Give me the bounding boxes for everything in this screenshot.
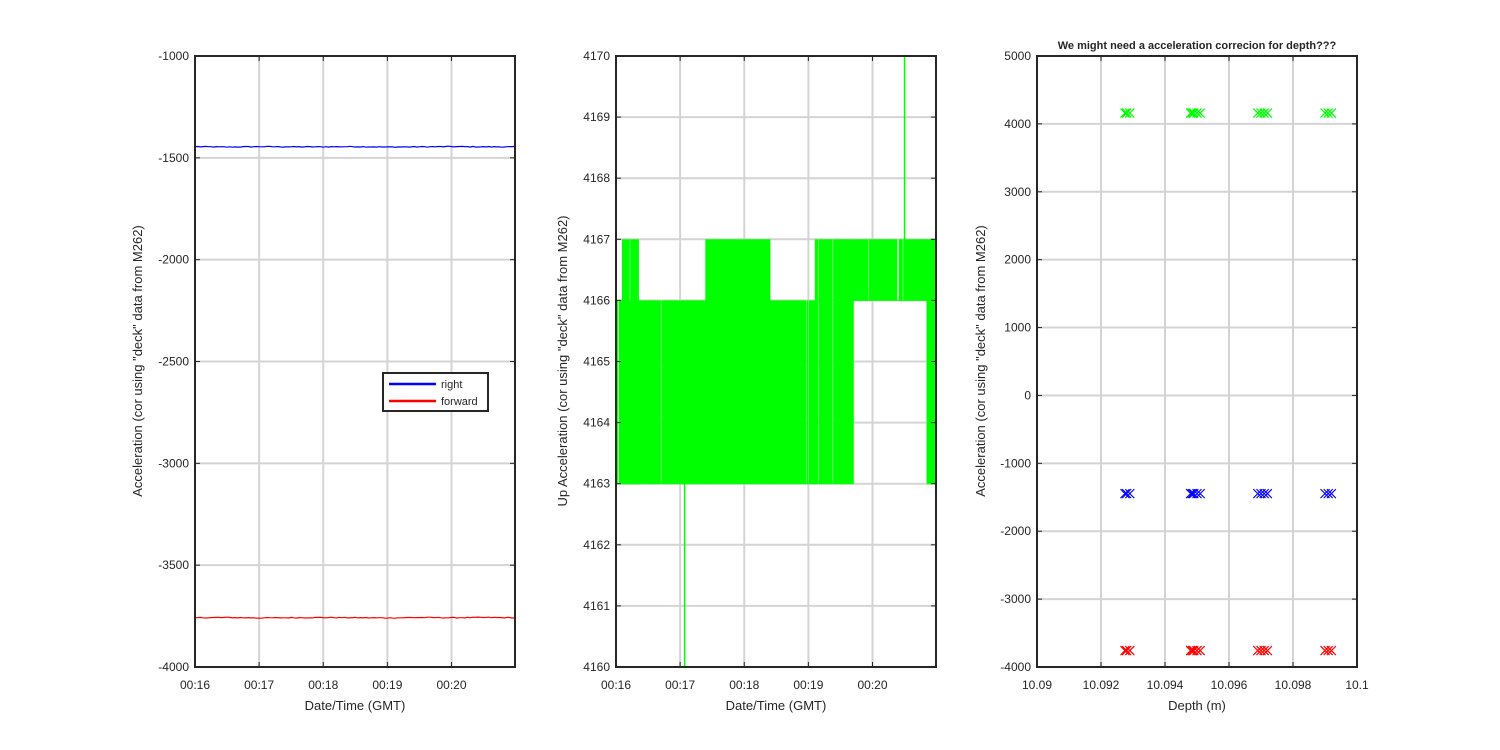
y-tick-label: 4161	[583, 599, 610, 613]
x-axis-label: Date/Time (GMT)	[726, 698, 827, 713]
x-axis-label: Date/Time (GMT)	[305, 698, 406, 713]
x-tick-label: 00:19	[372, 678, 402, 692]
y-tick-label: -3000	[1000, 592, 1031, 606]
figure: 00:16 00:17 00:18 00:19 00:20 -4000 -3500 -3000…	[0, 0, 1500, 750]
y-tick-label: 4168	[583, 171, 610, 185]
chart-title: We might need a acceleration correcion f…	[1058, 40, 1337, 52]
series-segment	[814, 239, 854, 485]
y-tick-label: -4000	[158, 660, 189, 674]
y-tick-label: -2500	[158, 355, 189, 369]
y-tick-label: 4166	[583, 293, 610, 307]
series-segment	[852, 239, 906, 301]
y-tick-label: 4160	[583, 660, 610, 674]
y-tick-label: -2000	[158, 253, 189, 267]
y-tick-label: -1500	[158, 151, 189, 165]
x-tick-label: 00:16	[180, 678, 210, 692]
x-tick-label: 00:17	[244, 678, 274, 692]
y-tick-label: 4170	[583, 49, 610, 63]
x-tick-label: 10.098	[1275, 678, 1312, 692]
series-segment	[686, 300, 707, 485]
x-tick-label: 10.092	[1083, 678, 1120, 692]
x-tick-label: 10.09	[1022, 678, 1052, 692]
y-tick-label: -3000	[158, 456, 189, 470]
y-axis-label: Acceleration (cor using "deck" data from…	[130, 225, 145, 497]
y-tick-label: 4169	[583, 110, 610, 124]
series-segment	[769, 300, 816, 485]
series-segment	[904, 239, 937, 301]
y-tick-label: 4167	[583, 232, 610, 246]
x-tick-label: 10.1	[1345, 678, 1369, 692]
series-segment	[621, 239, 639, 485]
x-tick-label: 00:16	[601, 678, 631, 692]
x-tick-label: 00:18	[308, 678, 338, 692]
x-tick-label: 00:19	[793, 678, 823, 692]
y-tick-label: -2000	[1000, 524, 1031, 538]
legend: right forward	[382, 372, 489, 412]
y-tick-label: 4000	[1004, 117, 1031, 131]
y-tick-label: 4165	[583, 355, 610, 369]
y-tick-label: -1000	[1000, 456, 1031, 470]
y-tick-label: 4162	[583, 538, 610, 552]
y-tick-label: -3500	[158, 558, 189, 572]
y-tick-label: -4000	[1000, 660, 1031, 674]
x-tick-label: 00:18	[729, 678, 759, 692]
x-tick-label: 00:20	[436, 678, 466, 692]
x-tick-label: 00:20	[857, 678, 887, 692]
y-tick-label: 1000	[1004, 321, 1031, 335]
series-segment	[705, 239, 771, 485]
series-segment	[926, 300, 937, 485]
x-tick-label: 10.096	[1211, 678, 1248, 692]
series-segment	[650, 300, 687, 485]
legend-label-right: right	[441, 379, 462, 391]
y-tick-label: 4163	[583, 477, 610, 491]
y-tick-label: 4164	[583, 416, 610, 430]
x-tick-label: 10.094	[1147, 678, 1184, 692]
y-tick-label: 2000	[1004, 253, 1031, 267]
y-tick-label: 3000	[1004, 185, 1031, 199]
legend-label-forward: forward	[441, 396, 478, 408]
y-tick-label: 0	[1024, 388, 1031, 402]
x-axis-label: Depth (m)	[1168, 698, 1226, 713]
x-tick-label: 00:17	[665, 678, 695, 692]
y-axis-label: Up Acceleration (cor using "deck" data f…	[555, 215, 570, 506]
y-tick-label: -1000	[158, 49, 189, 63]
y-tick-label: 5000	[1004, 49, 1031, 63]
y-axis-label: Acceleration (cor using "deck" data from…	[973, 225, 988, 497]
